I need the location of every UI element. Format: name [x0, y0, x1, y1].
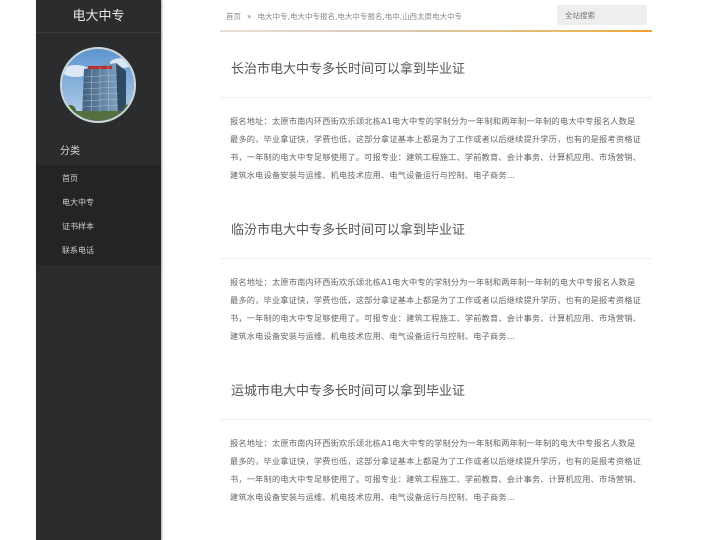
- article-card: 运城市电大中专多长时间可以拿到毕业证 报名地址：太原市南内环西街欢乐颂北栋A1电…: [220, 366, 652, 527]
- article-excerpt: 报名地址：太原市南内环西街欢乐颂北栋A1电大中专的学制分为一年制和两年制一年制的…: [230, 438, 641, 502]
- category-nav: 首页 电大中专 证书样本 联系电话: [36, 165, 161, 265]
- sidebar: 电大中专 分类 首页 电大中专 证书样本 联系电话: [36, 0, 161, 540]
- building-photo-icon: [62, 49, 134, 121]
- article-card: 临汾市电大中专多长时间可以拿到毕业证 报名地址：太原市南内环西街欢乐颂北栋A1电…: [220, 205, 652, 366]
- article-excerpt: 报名地址：太原市南内环西街欢乐颂北栋A1电大中专的学制分为一年制和两年制一年制的…: [230, 116, 641, 180]
- article-title-link[interactable]: 运城市电大中专多长时间可以拿到毕业证: [220, 366, 652, 420]
- sidebar-item-diandazhongzhuan[interactable]: 电大中专: [36, 191, 161, 215]
- breadcrumb: 首页 » 电大中专,电大中专报名,电大中专报名,电中,山西太原电大中专: [226, 11, 462, 22]
- avatar[interactable]: [60, 47, 136, 123]
- search-input[interactable]: [557, 5, 647, 25]
- article-list: 长治市电大中专多长时间可以拿到毕业证 报名地址：太原市南内环西街欢乐颂北栋A1电…: [220, 44, 652, 527]
- article-title-link[interactable]: 临汾市电大中专多长时间可以拿到毕业证: [220, 205, 652, 259]
- sidebar-item-certificate-samples[interactable]: 证书样本: [36, 215, 161, 239]
- breadcrumb-separator: »: [247, 12, 252, 21]
- breadcrumb-tags[interactable]: 电大中专,电大中专报名,电大中专报名,电中,山西太原电大中专: [258, 12, 463, 21]
- article-card: 长治市电大中专多长时间可以拿到毕业证 报名地址：太原市南内环西街欢乐颂北栋A1电…: [220, 44, 652, 205]
- avatar-area: [36, 33, 161, 140]
- article-excerpt: 报名地址：太原市南内环西街欢乐颂北栋A1电大中专的学制分为一年制和两年制一年制的…: [230, 277, 641, 341]
- sidebar-item-contact-phone[interactable]: 联系电话: [36, 239, 161, 263]
- site-title[interactable]: 电大中专: [36, 0, 161, 33]
- breadcrumb-home-link[interactable]: 首页: [226, 12, 241, 21]
- top-bar: 首页 » 电大中专,电大中专报名,电大中专报名,电中,山西太原电大中专: [220, 0, 652, 32]
- category-heading: 分类: [60, 146, 80, 157]
- article-title-link[interactable]: 长治市电大中专多长时间可以拿到毕业证: [220, 44, 652, 98]
- sidebar-item-home[interactable]: 首页: [36, 167, 161, 191]
